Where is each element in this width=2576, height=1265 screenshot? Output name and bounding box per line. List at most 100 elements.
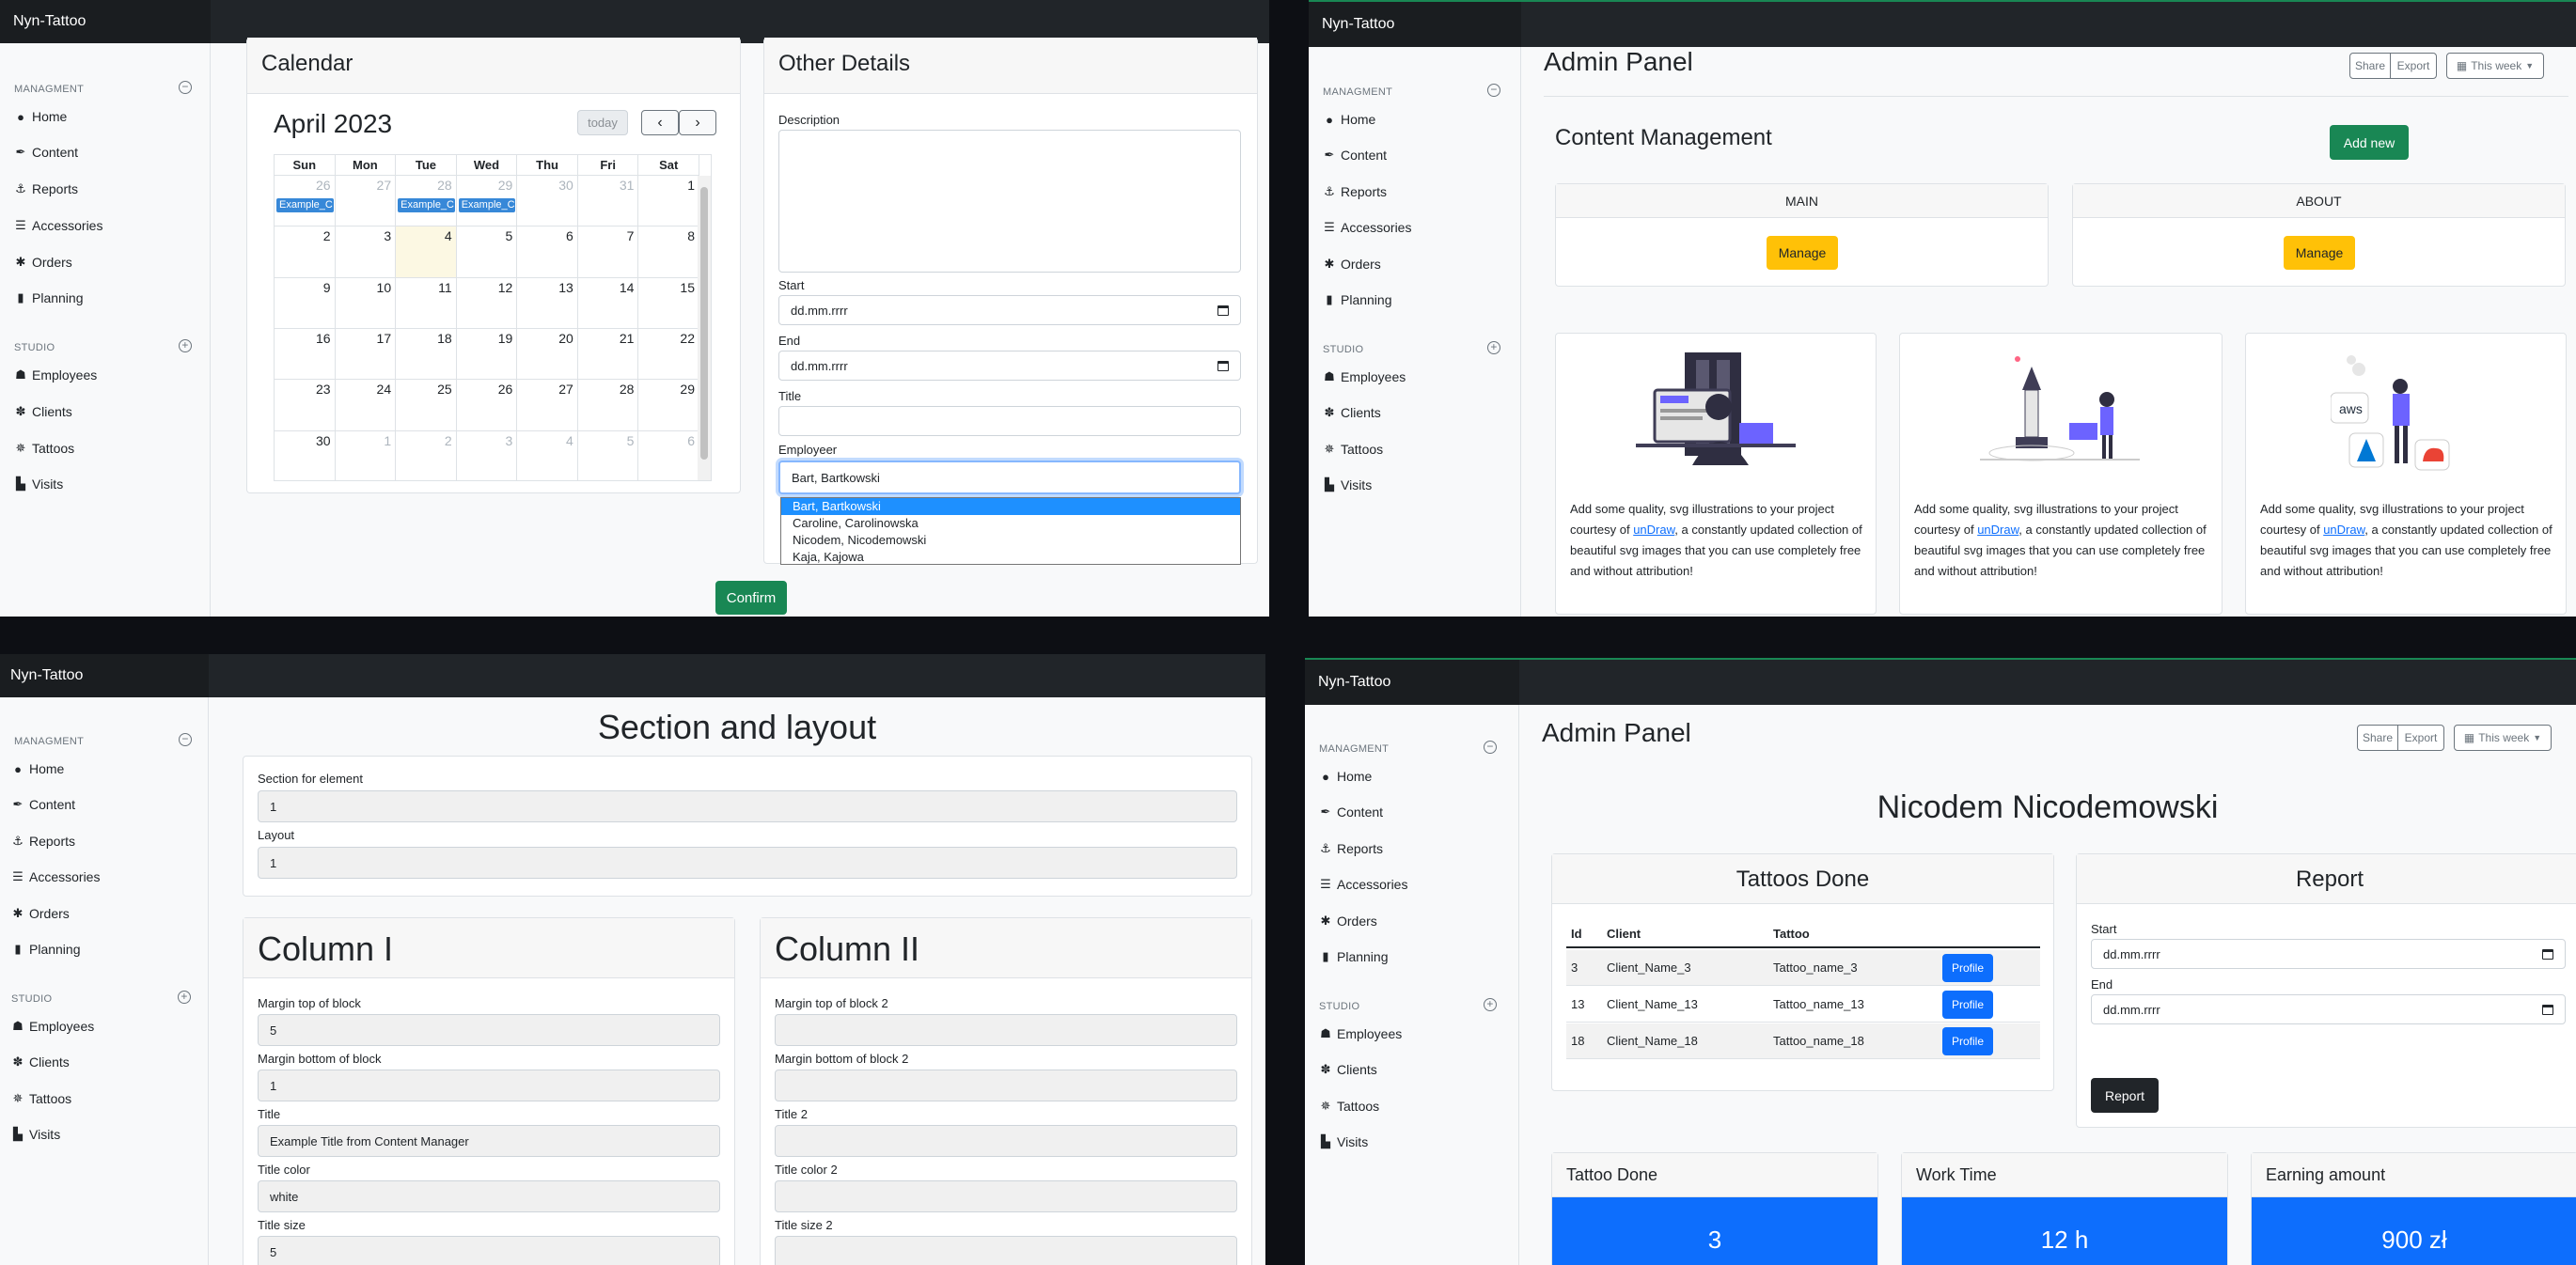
undraw-link-1[interactable]: unDraw <box>1633 523 1674 537</box>
this-week-dropdown[interactable]: ▦ This week ▼ <box>2454 725 2552 751</box>
sidebar-item-employees[interactable]: ☗ Employees <box>11 1019 94 1034</box>
next-button[interactable]: › <box>679 110 716 135</box>
margin-top-2-input[interactable] <box>775 1014 1237 1046</box>
sidebar-item-orders[interactable]: ✱ Orders <box>1323 257 1381 272</box>
prev-button[interactable]: ‹ <box>641 110 679 135</box>
add-icon[interactable]: + <box>1484 998 1497 1011</box>
margin-bottom-input[interactable]: 1 <box>258 1070 720 1101</box>
sidebar-item-visits[interactable]: ▙ Visits <box>14 476 63 492</box>
sidebar-item-home[interactable]: ● Home <box>14 109 67 124</box>
calendar-day-cell[interactable]: 28 Example_C <box>396 176 457 227</box>
sidebar-item-employees[interactable]: ☗ Employees <box>1323 369 1406 384</box>
calendar-day-cell[interactable]: 6 <box>517 226 578 278</box>
sidebar-item-planning[interactable]: ▮ Planning <box>1323 292 1391 307</box>
sidebar-item-employees[interactable]: ☗ Employees <box>1319 1026 1402 1041</box>
sidebar-item-tattoos[interactable]: ✵ Tattoos <box>11 1091 72 1106</box>
end-date-input[interactable]: dd.mm.rrrr <box>778 351 1241 381</box>
calendar-day-cell[interactable]: 1 <box>638 176 699 227</box>
sidebar-item-content[interactable]: ✒ Content <box>11 797 76 812</box>
calendar-day-cell[interactable]: 30 <box>275 430 336 480</box>
sidebar-item-planning[interactable]: ▮ Planning <box>14 290 83 305</box>
sidebar-item-reports[interactable]: ⚓ Reports <box>11 834 75 849</box>
employeer-select[interactable]: Bart, Bartkowski <box>778 461 1241 494</box>
sidebar-item-tattoos[interactable]: ✵ Tattoos <box>14 441 75 456</box>
sidebar-item-home[interactable]: ● Home <box>1319 769 1372 784</box>
calendar-day-cell[interactable]: 29 Example_C <box>456 176 518 227</box>
start-date-input[interactable]: dd.mm.rrrr <box>778 295 1241 325</box>
calendar-day-cell[interactable]: 18 <box>396 329 457 381</box>
calendar-day-cell[interactable]: 24 <box>335 380 397 431</box>
calendar-day-cell[interactable]: 4 <box>396 226 457 278</box>
sidebar-item-orders[interactable]: ✱ Orders <box>1319 914 1377 929</box>
title-size-input[interactable]: 5 <box>258 1236 720 1265</box>
calendar-day-cell[interactable]: 25 <box>396 380 457 431</box>
calendar-day-cell[interactable]: 27 <box>335 176 397 227</box>
title-2-input[interactable] <box>775 1125 1237 1157</box>
collapse-icon[interactable]: − <box>179 733 192 746</box>
share-button[interactable]: Share <box>2357 725 2398 751</box>
calendar-day-cell[interactable]: 21 <box>577 329 639 381</box>
title-size-2-input[interactable] <box>775 1236 1237 1265</box>
calendar-day-cell[interactable]: 14 <box>577 277 639 329</box>
profile-button[interactable]: Profile <box>1942 953 1993 982</box>
description-textarea[interactable] <box>778 130 1241 273</box>
calendar-day-cell[interactable]: 23 <box>275 380 336 431</box>
manage-about-button[interactable]: Manage <box>2284 236 2355 270</box>
undraw-link-3[interactable]: unDraw <box>2323 523 2364 537</box>
calendar-day-cell[interactable]: 8 <box>638 226 699 278</box>
calendar-day-cell[interactable]: 26 <box>456 380 518 431</box>
sidebar-item-clients[interactable]: ✽ Clients <box>11 1054 70 1070</box>
calendar-day-cell[interactable]: 3 <box>457 430 518 480</box>
sidebar-item-employees[interactable]: ☗ Employees <box>14 367 97 383</box>
calendar-day-cell[interactable]: 2 <box>396 430 457 480</box>
start-date-input[interactable]: dd.mm.rrrr <box>2091 939 2566 969</box>
add-new-button[interactable]: Add new <box>2330 125 2409 160</box>
calendar-day-cell[interactable]: 17 <box>335 329 397 381</box>
this-week-dropdown[interactable]: ▦ This week ▼ <box>2446 53 2544 79</box>
calendar-event[interactable]: Example_C <box>398 198 455 212</box>
calendar-day-cell[interactable]: 19 <box>456 329 518 381</box>
calendar-day-cell[interactable]: 16 <box>275 329 336 381</box>
calendar-day-cell[interactable]: 20 <box>517 329 578 381</box>
option-nicodem[interactable]: Nicodem, Nicodemowski <box>781 532 1240 549</box>
sidebar-item-planning[interactable]: ▮ Planning <box>11 942 80 957</box>
calendar-day-cell[interactable]: 27 <box>517 380 578 431</box>
calendar-day-cell[interactable]: 4 <box>517 430 578 480</box>
end-date-input[interactable]: dd.mm.rrrr <box>2091 994 2566 1024</box>
calendar-day-cell[interactable]: 6 <box>638 430 699 480</box>
sidebar-item-content[interactable]: ✒ Content <box>14 145 79 160</box>
title-input[interactable] <box>778 406 1241 436</box>
sidebar-item-content[interactable]: ✒ Content <box>1319 804 1384 820</box>
calendar-day-cell[interactable]: 31 <box>577 176 639 227</box>
brand[interactable]: Nyn-Tattoo <box>0 0 211 43</box>
sidebar-item-planning[interactable]: ▮ Planning <box>1319 949 1388 964</box>
add-icon[interactable]: + <box>1487 341 1500 354</box>
sidebar-item-visits[interactable]: ▙ Visits <box>11 1127 60 1142</box>
calendar-event[interactable]: Example_C <box>458 198 516 212</box>
undraw-link-2[interactable]: unDraw <box>1977 523 2018 537</box>
calendar-day-cell[interactable]: 2 <box>275 226 336 278</box>
calendar-day-cell[interactable]: 29 <box>638 380 699 431</box>
export-button[interactable]: Export <box>2390 53 2437 79</box>
profile-button[interactable]: Profile <box>1942 1026 1993 1055</box>
layout-input[interactable]: 1 <box>258 847 1237 879</box>
title-color-input[interactable]: white <box>258 1180 720 1212</box>
calendar-day-cell[interactable]: 28 <box>577 380 639 431</box>
calendar-day-cell[interactable]: 13 <box>517 277 578 329</box>
calendar-day-cell[interactable]: 15 <box>638 277 699 329</box>
profile-button[interactable]: Profile <box>1942 990 1993 1019</box>
collapse-icon[interactable]: − <box>1484 741 1497 754</box>
report-button[interactable]: Report <box>2091 1078 2159 1113</box>
collapse-icon[interactable]: − <box>1487 84 1500 97</box>
calendar-day-cell[interactable]: 26 Example_C <box>275 176 336 227</box>
sidebar-item-reports[interactable]: ⚓ Reports <box>14 181 78 196</box>
calendar-event[interactable]: Example_C <box>276 198 334 212</box>
calendar-day-cell[interactable]: 7 <box>577 226 639 278</box>
sidebar-item-content[interactable]: ✒ Content <box>1323 148 1388 163</box>
add-icon[interactable]: + <box>178 991 191 1004</box>
sidebar-item-orders[interactable]: ✱ Orders <box>11 906 70 921</box>
sidebar-item-reports[interactable]: ⚓ Reports <box>1319 841 1383 856</box>
calendar-day-cell[interactable]: 5 <box>578 430 639 480</box>
sidebar-item-accessories[interactable]: ☰ Accessories <box>14 218 102 233</box>
sidebar-item-orders[interactable]: ✱ Orders <box>14 255 72 270</box>
